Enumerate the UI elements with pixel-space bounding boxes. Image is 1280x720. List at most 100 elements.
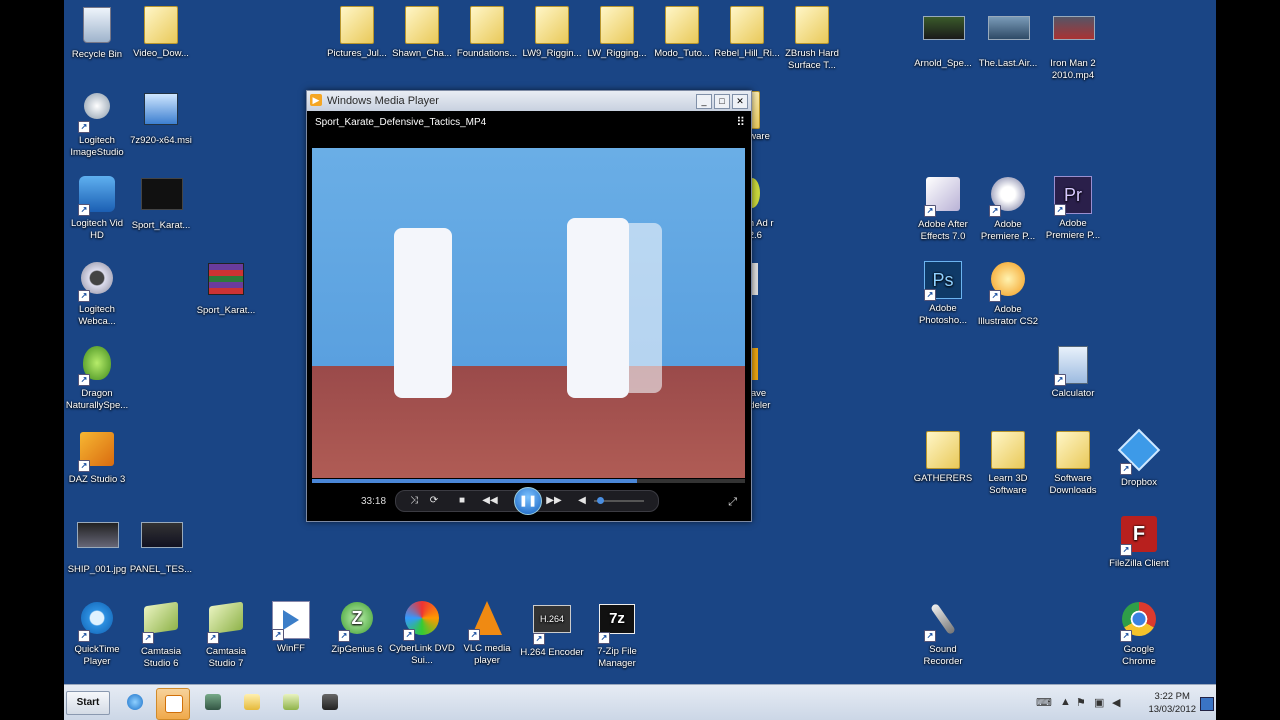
desktop-icon-software-downloads[interactable]: Software Downloads (1040, 428, 1106, 496)
folder-icon (792, 3, 832, 46)
desktop-icon-7z920[interactable]: 7z920-x64.msi (128, 89, 194, 147)
explorer-folder-icon (244, 694, 260, 710)
desktop-icon-daz-studio[interactable]: ↗ DAZ Studio 3 (64, 429, 130, 486)
seek-bar[interactable] (312, 479, 745, 483)
media-player-window[interactable]: ▶ Windows Media Player _ □ ✕ Sport_Karat… (306, 90, 752, 522)
close-button[interactable]: ✕ (732, 94, 748, 109)
desktop-icon-foundations[interactable]: Foundations... (454, 3, 520, 60)
mute-icon[interactable]: ◀ (574, 493, 590, 509)
taskbar-explorer-button[interactable] (236, 688, 268, 718)
archive-icon (206, 263, 246, 303)
desktop-icon-dragon[interactable]: ↗ Dragon NaturallySpe... (64, 344, 130, 411)
desktop-icon-premiere-2[interactable]: Pr ↗ Adobe Premiere P... (1040, 174, 1106, 241)
pause-button[interactable]: ❚❚ (514, 487, 542, 515)
switch-to-library-icon[interactable]: ⠿ (736, 115, 745, 129)
action-center-flag-icon[interactable]: ⚑ (1076, 696, 1086, 709)
desktop-icon-ship[interactable]: SHIP_001.jpg (64, 514, 130, 576)
desktop-icon-gatherers[interactable]: GATHERERS (910, 428, 976, 485)
window-titlebar[interactable]: ▶ Windows Media Player _ □ ✕ (307, 91, 751, 111)
desktop-icon-pictures-jul[interactable]: Pictures_Jul... (324, 3, 390, 60)
desktop-icon-winff[interactable]: ↗ WinFF (258, 599, 324, 655)
camtasia-icon: ↗ (206, 601, 246, 644)
desktop-icon-zbrush[interactable]: ZBrush Hard Surface T... (779, 3, 845, 71)
icon-label: Foundations... (456, 48, 518, 59)
camtasia-icon (283, 694, 299, 710)
next-icon[interactable]: ▶▶ (546, 493, 562, 509)
desktop-icon-video-downloads[interactable]: Video_Dow... (128, 3, 194, 60)
h264-icon: H.264 ↗ (532, 605, 572, 645)
desktop-icon-recycle-bin[interactable]: Recycle Bin (64, 4, 130, 61)
stop-icon[interactable]: ■ (454, 493, 470, 509)
previous-icon[interactable]: ◀◀ (482, 493, 498, 509)
icon-label: Arnold_Spe... (914, 58, 972, 69)
icon-label: Pictures_Jul... (327, 48, 387, 59)
taskbar-camtasia-button[interactable] (275, 688, 307, 718)
desktop-icon-chrome[interactable]: ↗ Google Chrome (1106, 599, 1172, 667)
desktop: Recycle Bin ↗ Logitech ImageStudio ↗ Log… (64, 0, 1216, 720)
desktop-icon-illustrator[interactable]: ↗ Adobe Illustrator CS2 (975, 259, 1041, 327)
desktop-icon-iron-man[interactable]: Iron Man 2 2010.mp4 (1040, 4, 1106, 81)
repeat-icon[interactable]: ⟳ (426, 493, 442, 509)
icon-label: QuickTime Player (74, 644, 120, 667)
volume-slider[interactable] (594, 497, 644, 504)
desktop-icon-cyberlink[interactable]: ↗ CyberLink DVD Sui... (389, 599, 455, 666)
volume-knob[interactable] (596, 497, 604, 504)
network-icon[interactable]: ▣ (1094, 696, 1104, 709)
desktop-icon-7zip[interactable]: 7z ↗ 7-Zip File Manager (584, 599, 650, 669)
desktop-icon-logitech-webcam[interactable]: ↗ Logitech Webca... (64, 259, 130, 327)
desktop-icon-sound-recorder[interactable]: ↗ Sound Recorder (910, 599, 976, 667)
video-thumbnail-icon (1053, 16, 1095, 56)
taskbar-media-player-button[interactable] (156, 688, 190, 720)
folder-icon (727, 3, 767, 46)
desktop-icon-sport-karat-1[interactable]: Sport_Karat... (128, 174, 194, 232)
desktop-icon-photoshop[interactable]: Ps ↗ Adobe Photosho... (910, 259, 976, 326)
desktop-icon-zipgenius[interactable]: Z ↗ ZipGenius 6 (324, 599, 390, 656)
video-area[interactable] (312, 148, 745, 478)
taskbar: Start ⌨ ▲ ⚑ ▣ ◀ 3:22 PM 13/03/2012 (64, 684, 1216, 720)
desktop-icon-arnold[interactable]: Arnold_Spe... (910, 4, 976, 70)
taskbar-recorder-button[interactable] (314, 688, 346, 718)
image-thumbnail-icon (77, 522, 119, 562)
desktop-icon-logitech-imagestudio[interactable]: ↗ Logitech ImageStudio (64, 89, 130, 158)
desktop-icon-modo-tuto[interactable]: Modo_Tuto... (649, 3, 715, 60)
chrome-icon: ↗ (1119, 602, 1159, 642)
media-player-logo-icon: ▶ (310, 94, 322, 106)
icon-label: PANEL_TES... (129, 564, 193, 575)
desktop-icon-dropbox[interactable]: ↗ Dropbox (1106, 428, 1172, 489)
show-hidden-icons-icon[interactable]: ▲ (1060, 696, 1071, 708)
system-clock[interactable]: 3:22 PM 13/03/2012 (1148, 690, 1196, 716)
minimize-button[interactable]: _ (696, 94, 712, 109)
icon-label: SHIP_001.jpg (67, 564, 127, 575)
desktop-icon-lw-rigging[interactable]: LW_Rigging... (584, 3, 650, 60)
desktop-icon-calculator[interactable]: ↗ Calculator (1040, 344, 1106, 400)
desktop-icon-learn-3d[interactable]: Learn 3D Software (975, 428, 1041, 496)
desktop-icon-quicktime[interactable]: ↗ QuickTime Player (64, 599, 130, 667)
desktop-icon-rebel-hill[interactable]: Rebel_Hill_Ri... (714, 3, 780, 60)
icon-label: ZBrush Hard Surface T... (785, 48, 839, 71)
keyboard-icon[interactable]: ⌨ (1036, 696, 1052, 709)
taskbar-app-button[interactable] (197, 688, 229, 718)
desktop-icon-camtasia-7[interactable]: ↗ Camtasia Studio 7 (193, 599, 259, 669)
start-button[interactable]: Start (66, 691, 110, 715)
desktop-icon-vlc[interactable]: ↗ VLC media player (454, 599, 520, 666)
desktop-icon-lw9-rigging[interactable]: LW9_Riggin... (519, 3, 585, 60)
volume-icon[interactable]: ◀ (1112, 696, 1120, 709)
desktop-icon-premiere-1[interactable]: ↗ Adobe Premiere P... (975, 174, 1041, 242)
icon-label: Dragon NaturallySpe... (65, 388, 129, 411)
desktop-icon-after-effects[interactable]: ↗ Adobe After Effects 7.0 (910, 174, 976, 242)
desktop-icon-panel-tes[interactable]: PANEL_TES... (128, 514, 194, 576)
show-desktop-button[interactable] (1200, 697, 1214, 711)
photoshop-icon: Ps ↗ (923, 261, 963, 301)
desktop-icon-logitech-vid[interactable]: ↗ Logitech Vid HD (64, 174, 130, 241)
desktop-icon-camtasia-6[interactable]: ↗ Camtasia Studio 6 (128, 599, 194, 669)
desktop-icon-filezilla[interactable]: F ↗ FileZilla Client (1106, 514, 1172, 570)
shuffle-icon[interactable]: ⤨ (406, 493, 422, 509)
taskbar-ie-button[interactable] (119, 688, 151, 718)
desktop-icon-sport-karat-2[interactable]: Sport_Karat... (193, 259, 259, 317)
icon-label: LW9_Riggin... (522, 48, 582, 59)
fullscreen-icon[interactable]: ⤢ (728, 496, 737, 509)
maximize-button[interactable]: □ (714, 94, 730, 109)
desktop-icon-h264[interactable]: H.264 ↗ H.264 Encoder (519, 599, 585, 659)
desktop-icon-shawn-cha[interactable]: Shawn_Cha... (389, 3, 455, 60)
desktop-icon-last-air[interactable]: The.Last.Air... (975, 4, 1041, 70)
